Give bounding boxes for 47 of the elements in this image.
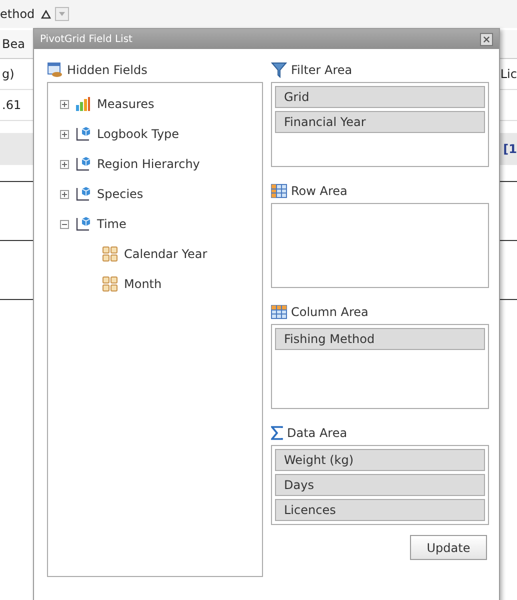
sigma-icon: [271, 426, 283, 440]
bar-chart-icon: [75, 96, 91, 112]
section-label: Row Area: [291, 184, 348, 198]
section-label: Column Area: [291, 305, 368, 319]
cube-icon: [75, 216, 91, 232]
close-button[interactable]: [480, 32, 493, 46]
table-cell: g): [2, 67, 14, 81]
cube-icon: [75, 126, 91, 142]
expand-icon[interactable]: [60, 130, 69, 138]
field-item[interactable]: Species: [97, 187, 144, 201]
table-cell: .61: [2, 98, 22, 112]
table-columns-icon: [271, 304, 287, 320]
field-chip[interactable]: Weight (kg): [275, 449, 485, 471]
field-item[interactable]: Region Hierarchy: [97, 157, 200, 171]
cube-icon: [75, 156, 91, 172]
close-icon: [483, 36, 490, 42]
collapse-icon[interactable]: [60, 220, 69, 228]
expand-icon[interactable]: [60, 160, 69, 168]
column-header-text: ethod: [0, 7, 35, 21]
field-item[interactable]: Month: [124, 277, 162, 291]
section-label: Hidden Fields: [67, 63, 148, 77]
filter-icon: [271, 62, 287, 78]
field-item[interactable]: Measures: [97, 97, 154, 111]
fields-icon: [47, 62, 63, 78]
section-label: Data Area: [287, 426, 348, 440]
expand-icon[interactable]: [60, 190, 69, 198]
field-chip[interactable]: Fishing Method: [275, 328, 485, 350]
dialog-title: PivotGrid Field List: [40, 34, 132, 44]
field-item[interactable]: Logbook Type: [97, 127, 180, 141]
field-item[interactable]: Time: [97, 217, 126, 231]
table-cell: [1: [503, 142, 517, 156]
cube-icon: [75, 186, 91, 202]
column-header-text: Bea: [2, 37, 25, 51]
field-chip[interactable]: Grid: [275, 86, 485, 108]
section-label: Filter Area: [291, 63, 352, 77]
grid-icon: [102, 246, 118, 262]
table-rows-icon: [271, 183, 287, 199]
field-chip[interactable]: Licences: [275, 499, 485, 521]
update-button[interactable]: Update: [410, 535, 487, 560]
sort-icon[interactable]: [40, 10, 51, 18]
field-chip[interactable]: Days: [275, 474, 485, 496]
grid-icon: [102, 276, 118, 292]
field-chip[interactable]: Financial Year: [275, 111, 485, 133]
field-item[interactable]: Calendar Year: [124, 247, 208, 261]
caret-icon: [58, 12, 65, 16]
expand-icon[interactable]: [60, 100, 69, 108]
table-cell: Lic: [500, 67, 517, 81]
